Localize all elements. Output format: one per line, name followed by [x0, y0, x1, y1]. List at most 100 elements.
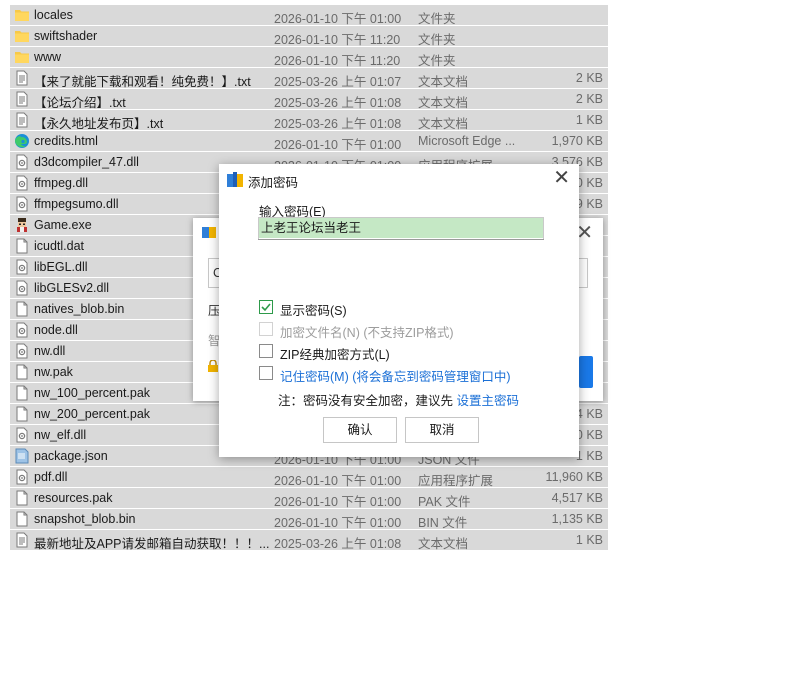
file-row[interactable]: snapshot_blob.bin 2026-01-10 下午 01:00 BIN …: [10, 509, 608, 530]
blank-file-icon: [14, 490, 30, 506]
zip-classic-encryption-label: ZIP经典加密方式(L): [280, 348, 390, 362]
text-file-icon: [14, 70, 30, 86]
file-row[interactable]: 【永久地址发布页】.txt 2025-03-26 上午 01:08 文本文档 1 KB: [10, 110, 608, 131]
file-row[interactable]: locales 2026-01-10 下午 01:00 文件夹: [10, 5, 608, 26]
file-row[interactable]: 【来了就能下载和观看！纯免费！】.txt 2025-03-26 上午 01:07 文…: [10, 68, 608, 89]
text-file-icon: [14, 91, 30, 107]
zip-classic-encryption-checkbox[interactable]: [259, 344, 273, 358]
file-row[interactable]: pdf.dll 2026-01-10 下午 01:00 应用程序扩展 11,960 K…: [10, 467, 608, 488]
file-size: 1,135 KB: [551, 512, 603, 526]
file-name: 【永久地址发布页】.txt: [34, 117, 164, 131]
file-date: 2026-01-10 下午 01:00: [274, 138, 402, 152]
folder-icon: [14, 49, 30, 65]
file-size: 4,517 KB: [551, 491, 603, 505]
file-name: snapshot_blob.bin: [34, 512, 136, 526]
password-input[interactable]: [258, 217, 544, 239]
file-type: 文件夹: [418, 33, 456, 47]
file-type: 文本文档: [418, 96, 469, 110]
password-input-underline: [258, 239, 544, 240]
dll-file-icon: [14, 280, 30, 296]
dll-file-icon: [14, 175, 30, 191]
file-row[interactable]: resources.pak 2026-01-10 下午 01:00 PAK 文件 4,…: [10, 488, 608, 509]
blank-file-icon: [14, 406, 30, 422]
file-row[interactable]: swiftshader 2026-01-10 下午 11:20 文件夹: [10, 26, 608, 47]
blank-file-icon: [14, 511, 30, 527]
folder-icon: [14, 7, 30, 23]
checkmark-icon: [261, 303, 271, 312]
lock-icon: [208, 360, 218, 372]
file-date: 2025-03-26 上午 01:08: [274, 96, 402, 110]
file-row[interactable]: 【论坛介绍】.txt 2025-03-26 上午 01:08 文本文档 2 KB: [10, 89, 608, 110]
file-size: 1 KB: [575, 533, 603, 547]
blank-file-icon: [14, 385, 30, 401]
dll-file-icon: [14, 322, 30, 338]
dll-file-icon: [14, 343, 30, 359]
file-date: 2025-03-26 上午 01:07: [274, 75, 402, 89]
file-size: 1 KB: [575, 113, 603, 127]
file-date: 2025-03-26 上午 01:08: [274, 117, 402, 131]
add-password-dialog: 添加密码 ✕ 输入密码(E) 上老王论坛当老王 显示密码(S) 加密文件名(N)…: [219, 164, 579, 457]
text-file-icon: [14, 532, 30, 548]
file-name: 最新地址及APP请发邮箱自动获取！！！....: [34, 537, 270, 551]
remember-password-label: 记住密码(M) (将会备忘到密码管理窗口中): [280, 370, 511, 384]
blank-file-icon: [14, 364, 30, 380]
set-master-password-link[interactable]: 设置主密码: [456, 394, 519, 408]
file-type: 文本文档: [418, 75, 469, 89]
file-type: 应用程序扩展: [418, 474, 494, 488]
file-type: 文件夹: [418, 54, 456, 68]
security-note-text: 注：密码没有安全加密，建议先: [278, 394, 457, 408]
file-date: 2026-01-10 下午 11:20: [274, 33, 401, 47]
file-type: 文件夹: [418, 12, 456, 26]
file-date: 2026-01-10 下午 01:00: [274, 495, 402, 509]
file-date: 2026-01-10 下午 01:00: [274, 474, 402, 488]
file-name: 【来了就能下载和观看！纯免费！】.txt: [34, 75, 251, 89]
file-name: credits.html: [34, 134, 98, 148]
dialog-titlebar[interactable]: 添加密码 ✕: [219, 164, 579, 194]
show-password-checkbox[interactable]: [259, 300, 273, 314]
file-date: 2026-01-10 下午 01:00: [274, 12, 402, 26]
file-size: 11,960 KB: [545, 470, 603, 484]
file-row[interactable]: www 2026-01-10 下午 11:20 文件夹: [10, 47, 608, 68]
confirm-button[interactable]: 确认: [323, 417, 397, 443]
text-file-icon: [14, 112, 30, 128]
file-type: 文本文档: [418, 537, 469, 551]
encrypt-filenames-label: 加密文件名(N) (不支持ZIP格式): [280, 326, 454, 340]
file-size: 2 KB: [575, 92, 603, 106]
file-type: 文本文档: [418, 117, 469, 131]
file-row[interactable]: credits.html 2026-01-10 下午 01:00 Microsoft…: [10, 131, 608, 152]
game-exe-icon: [14, 217, 30, 233]
dll-file-icon: [14, 196, 30, 212]
file-date: 2026-01-10 下午 01:00: [274, 516, 402, 530]
blank-file-icon: [14, 301, 30, 317]
file-date: 2026-01-10 下午 11:20: [274, 54, 401, 68]
file-type: PAK 文件: [418, 495, 471, 509]
blank-file-icon: [14, 238, 30, 254]
remember-password-checkbox[interactable]: [259, 366, 273, 380]
dll-file-icon: [14, 154, 30, 170]
folder-icon: [14, 28, 30, 44]
dll-file-icon: [14, 259, 30, 275]
file-row[interactable]: 最新地址及APP请发邮箱自动获取！！！.... 2025-03-26 上午 01:…: [10, 530, 608, 551]
encrypt-filenames-checkbox: [259, 322, 273, 336]
security-note: 注：密码没有安全加密，建议先 设置主密码: [278, 390, 519, 409]
file-type: BIN 文件: [418, 516, 468, 530]
edge-browser-icon: [14, 133, 30, 149]
file-name: 【论坛介绍】.txt: [34, 96, 126, 110]
file-name: swiftshader: [34, 29, 98, 43]
dll-file-icon: [14, 427, 30, 443]
archive-icon: [202, 227, 216, 238]
file-date: 2025-03-26 上午 01:08: [274, 537, 402, 551]
cancel-button[interactable]: 取消: [405, 417, 479, 443]
dialog-title: 添加密码: [248, 176, 299, 190]
file-size: 1,970 KB: [551, 134, 603, 148]
file-name: resources.pak: [34, 491, 113, 505]
file-size: 2 KB: [575, 71, 603, 85]
dll-file-icon: [14, 469, 30, 485]
close-icon[interactable]: ✕: [553, 167, 570, 189]
file-name: locales: [34, 8, 73, 22]
file-name: pdf.dll: [34, 470, 68, 484]
archive-icon: [227, 172, 243, 187]
show-password-label: 显示密码(S): [280, 304, 347, 318]
json-file-icon: [14, 448, 30, 464]
start-compress-button[interactable]: [579, 356, 593, 388]
